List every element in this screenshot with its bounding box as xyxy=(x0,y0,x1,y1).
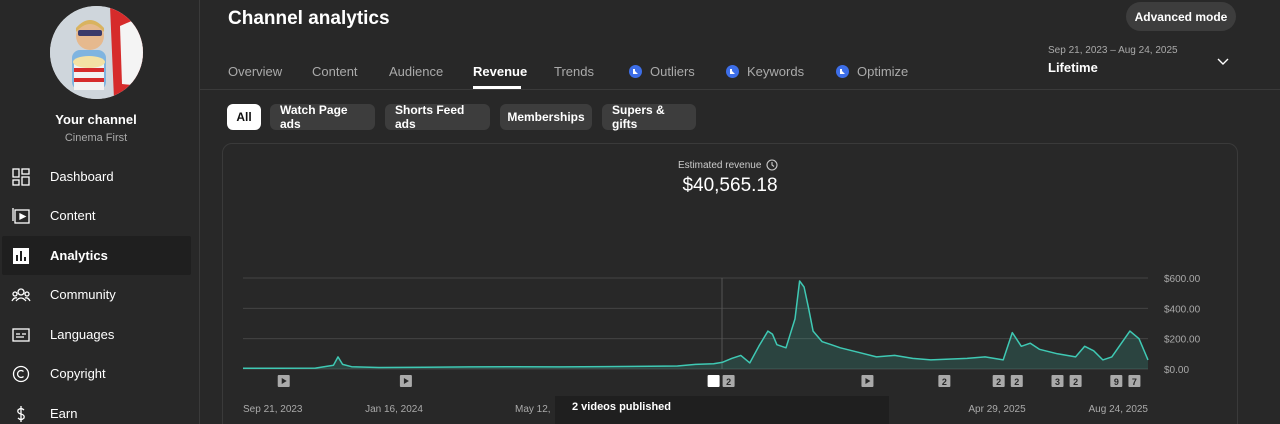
x-tick-label: May 12, xyxy=(515,404,551,415)
x-tick-label: Aug 24, 2025 xyxy=(1089,404,1149,415)
x-tick-label: Jan 16, 2024 xyxy=(365,404,423,415)
marker-count: 9 xyxy=(1114,377,1119,387)
x-tick-label: Sep 21, 2023 xyxy=(243,404,303,415)
y-tick-label: $0.00 xyxy=(1164,365,1189,376)
marker-count: 2 xyxy=(942,377,947,387)
marker-count: 2 xyxy=(996,377,1001,387)
revenue-chart: $600.00 $400.00 $200.00 $0.00 2 2 2 2 3 2 9 7 Sep 21… xyxy=(243,274,1201,415)
tooltip-text: 2 videos published xyxy=(572,401,672,413)
y-tick-label: $200.00 xyxy=(1164,335,1201,346)
marker-count: 2 xyxy=(1014,377,1019,387)
y-tick-label: $600.00 xyxy=(1164,274,1201,285)
marker-count: 7 xyxy=(1132,377,1137,387)
marker-count: 2 xyxy=(726,377,731,387)
video-marker xyxy=(707,375,720,387)
y-tick-label: $400.00 xyxy=(1164,304,1201,315)
marker-count: 2 xyxy=(1073,377,1078,387)
marker-count: 3 xyxy=(1055,377,1060,387)
x-tick-label: Apr 29, 2025 xyxy=(968,404,1026,415)
series-area xyxy=(243,281,1148,369)
